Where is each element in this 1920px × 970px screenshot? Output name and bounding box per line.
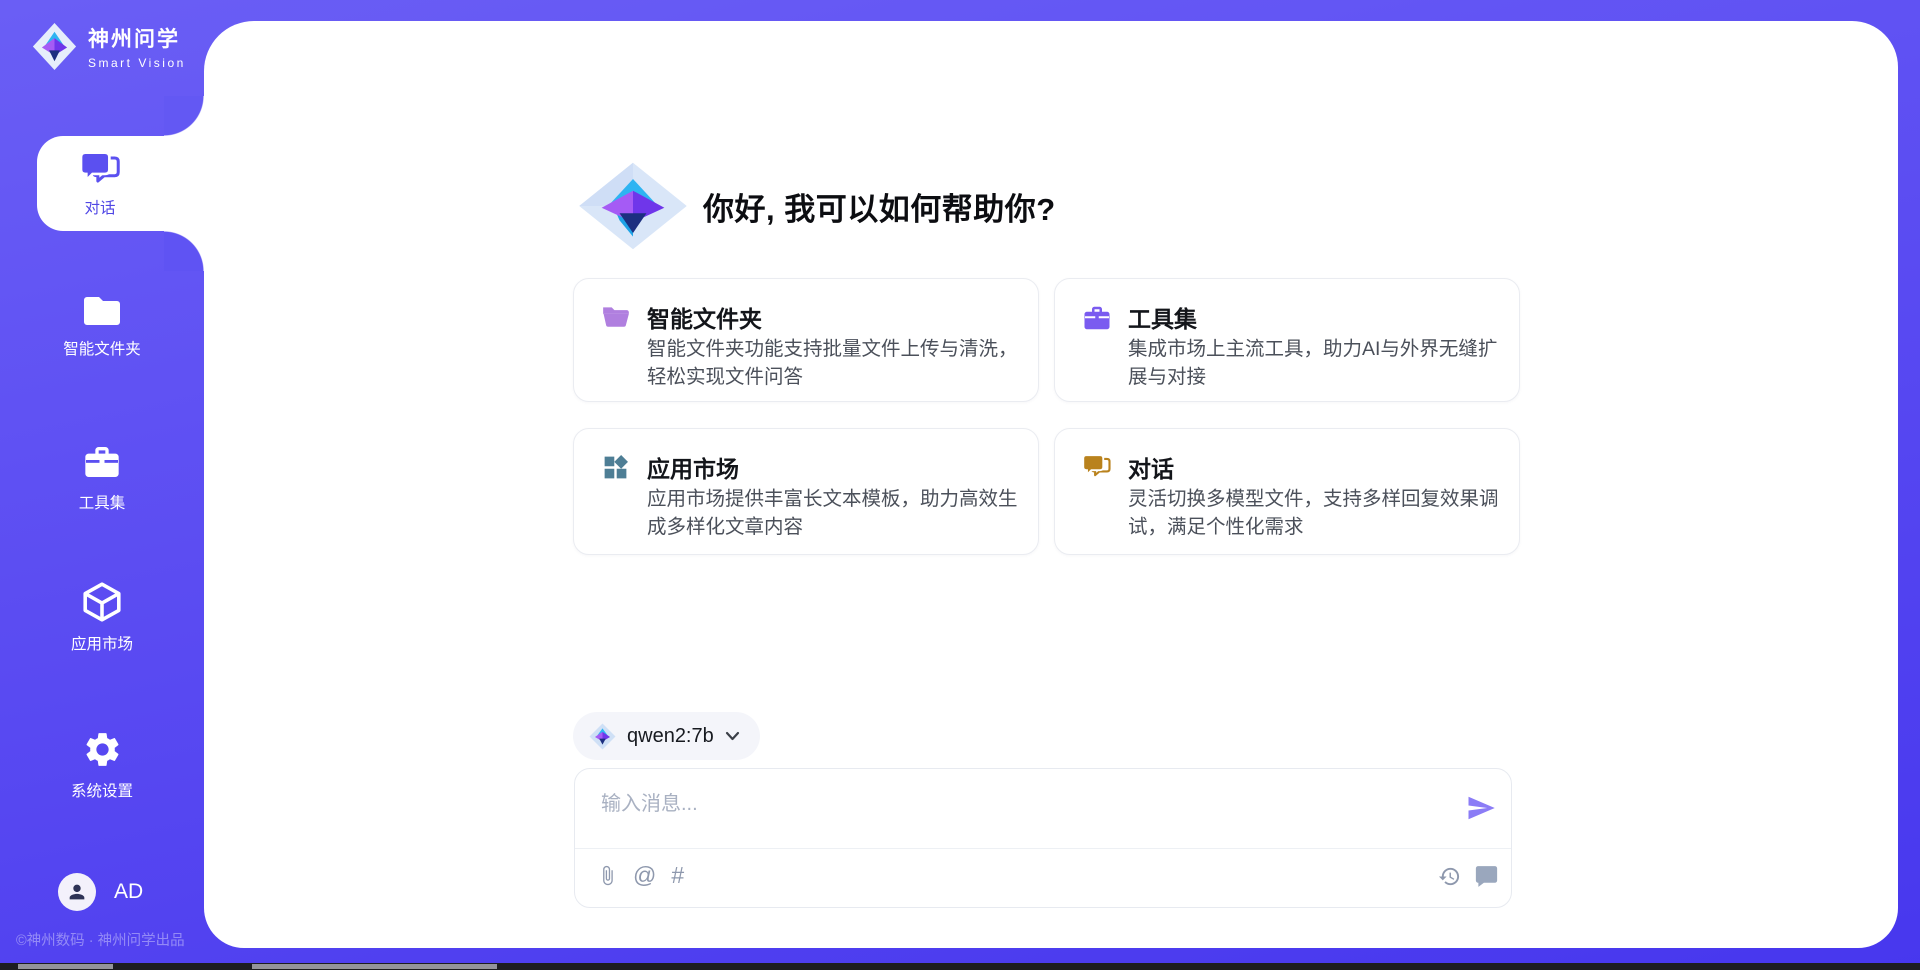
chat-bubble-icon[interactable]	[1474, 865, 1499, 888]
card-chat[interactable]: 对话 灵活切换多模型文件，支持多样回复效果调试，满足个性化需求	[1054, 428, 1520, 555]
chat-icon	[1082, 453, 1112, 481]
grid-icon	[601, 453, 630, 482]
sidebar-item-label: 对话	[84, 196, 115, 218]
gear-icon	[82, 729, 123, 770]
card-description: 应用市场提供丰富长文本模板，助力高效生成多样化文章内容	[647, 485, 1021, 541]
brand-name: 神州问学	[88, 23, 186, 53]
message-composer: @ #	[574, 768, 1512, 908]
card-title: 工具集	[1128, 300, 1197, 334]
card-title: 对话	[1128, 450, 1174, 484]
sidebar-item-settings[interactable]: 系统设置	[0, 729, 204, 801]
composer-divider	[575, 848, 1511, 849]
scrollbar-thumb[interactable]	[18, 964, 113, 969]
send-button[interactable]	[1466, 793, 1496, 823]
sidebar-item-chat[interactable]: 对话	[37, 136, 204, 231]
greeting-text: 你好, 我可以如何帮助你?	[703, 184, 1056, 229]
at-mention-icon[interactable]: @	[633, 863, 656, 887]
card-app-market[interactable]: 应用市场 应用市场提供丰富长文本模板，助力高效生成多样化文章内容	[573, 428, 1039, 555]
message-input[interactable]	[601, 787, 1431, 839]
card-description: 智能文件夹功能支持批量文件上传与清洗，轻松实现文件问答	[647, 335, 1021, 391]
avatar	[58, 873, 96, 911]
briefcase-icon	[1082, 303, 1112, 333]
model-logo-icon	[589, 723, 616, 750]
hash-topic-icon[interactable]: #	[671, 863, 684, 887]
card-smart-folder[interactable]: 智能文件夹 智能文件夹功能支持批量文件上传与清洗，轻松实现文件问答	[573, 278, 1039, 402]
briefcase-icon	[82, 442, 122, 482]
sidebar-item-smart-folder[interactable]: 智能文件夹	[0, 294, 204, 359]
main-content-panel: 你好, 我可以如何帮助你? 智能文件夹 智能文件夹功能支持批量文件上传与清洗，轻…	[204, 21, 1898, 948]
card-description: 集成市场上主流工具，助力AI与外界无缝扩展与对接	[1128, 335, 1502, 391]
diamond-logo-icon	[32, 22, 77, 71]
tab-fillet-bottom	[164, 231, 204, 271]
scrollbar-thumb[interactable]	[252, 964, 497, 969]
history-icon[interactable]	[1438, 865, 1461, 888]
sidebar-item-app-market[interactable]: 应用市场	[0, 581, 204, 654]
sidebar-item-label: 智能文件夹	[63, 337, 141, 359]
model-selector[interactable]: qwen2:7b	[573, 712, 760, 760]
paperclip-icon[interactable]	[597, 864, 618, 887]
folder-open-icon	[601, 303, 631, 329]
chevron-down-icon	[725, 731, 740, 741]
brand-logo: 神州问学 Smart Vision	[32, 22, 186, 71]
user-avatar-icon	[66, 881, 88, 903]
brand-subtitle: Smart Vision	[88, 56, 186, 70]
horizontal-scrollbar[interactable]	[0, 963, 1920, 970]
user-account[interactable]: AD	[58, 873, 143, 911]
tab-fillet-top	[164, 96, 204, 136]
card-toolset[interactable]: 工具集 集成市场上主流工具，助力AI与外界无缝扩展与对接	[1054, 278, 1520, 402]
user-initials: AD	[114, 880, 143, 904]
folder-icon	[82, 294, 122, 328]
copyright-footer: ©神州数码 · 神州问学出品	[16, 929, 185, 950]
model-name: qwen2:7b	[627, 725, 714, 748]
sidebar-item-label: 应用市场	[71, 632, 133, 654]
greeting-header: 你好, 我可以如何帮助你?	[577, 161, 1056, 251]
card-description: 灵活切换多模型文件，支持多样回复效果调试，满足个性化需求	[1128, 485, 1502, 541]
sidebar-item-label: 系统设置	[71, 779, 133, 801]
card-title: 应用市场	[647, 450, 739, 484]
chat-icon	[79, 150, 122, 189]
cube-icon	[81, 581, 123, 623]
sidebar-item-label: 工具集	[79, 491, 126, 513]
app-logo-icon	[577, 161, 689, 251]
send-icon	[1466, 793, 1496, 823]
sidebar-item-toolset[interactable]: 工具集	[0, 442, 204, 513]
card-title: 智能文件夹	[647, 300, 762, 334]
